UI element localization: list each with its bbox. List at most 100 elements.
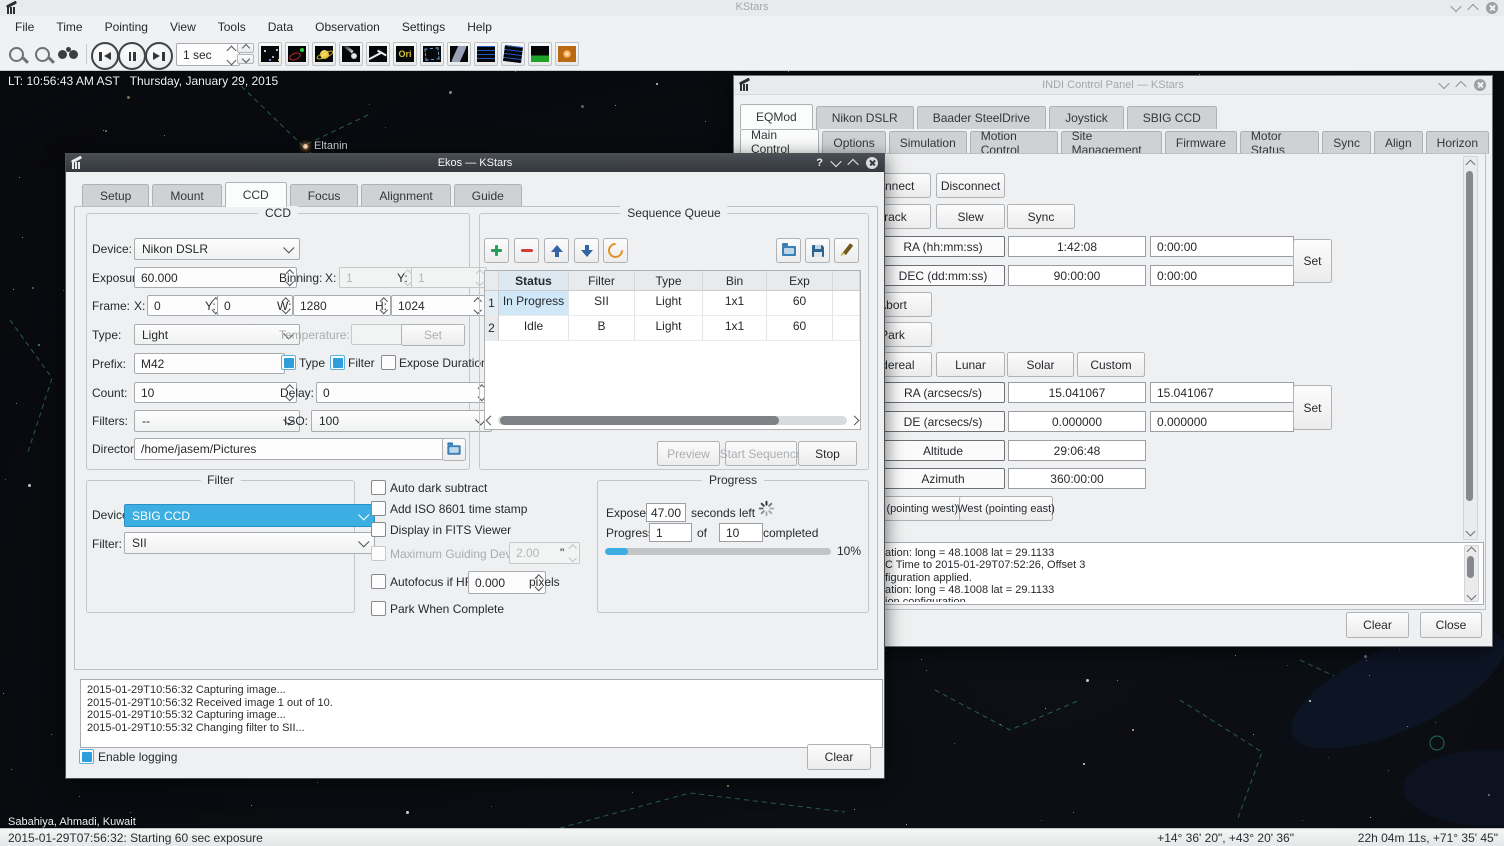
directory-input[interactable]: /home/jasem/Pictures	[134, 438, 448, 460]
job-exp-cell[interactable]: 60	[767, 291, 833, 316]
tab-horizon[interactable]: Horizon	[1426, 131, 1489, 154]
minimize-icon[interactable]	[1450, 1, 1461, 12]
step-up-icon[interactable]	[237, 43, 254, 53]
indi-log-scrollbar[interactable]	[1464, 545, 1479, 602]
disconnect-button[interactable]: Disconnect	[936, 173, 1005, 198]
park-when-complete-checkbox[interactable]	[371, 601, 386, 616]
close-icon[interactable]	[1474, 79, 1486, 91]
save-sequence-as-button[interactable]	[834, 238, 859, 263]
minimize-icon[interactable]	[1438, 78, 1449, 89]
tab-sync[interactable]: Sync	[1322, 131, 1371, 154]
menu-view[interactable]: View	[159, 20, 207, 34]
remove-job-button[interactable]	[514, 238, 539, 263]
fits-viewer-checkbox[interactable]	[371, 522, 386, 537]
tab-baader-steeldrive[interactable]: Baader SteelDrive	[917, 106, 1046, 129]
time-step-back-button[interactable]	[91, 42, 119, 70]
eltanin-star[interactable]	[303, 144, 308, 149]
toggle-planets-button[interactable]	[312, 42, 336, 66]
maximize-icon[interactable]	[847, 159, 858, 170]
stop-button[interactable]: Stop	[798, 441, 857, 466]
filter-select[interactable]: SII	[124, 532, 375, 554]
browse-directory-button[interactable]	[442, 438, 466, 461]
custom-rate-button[interactable]: Custom	[1077, 352, 1145, 377]
job-exp-cell[interactable]: 60	[767, 316, 833, 341]
tab-options[interactable]: Options	[822, 131, 885, 154]
ekos-titlebar[interactable]: Ekos — KStars ?	[66, 154, 884, 172]
menu-file[interactable]: File	[4, 20, 45, 34]
job-filter-cell[interactable]: B	[569, 316, 635, 341]
prefix-input[interactable]: M42	[134, 353, 285, 374]
slew-button[interactable]: Slew	[936, 204, 1005, 229]
job-type-cell[interactable]: Light	[635, 291, 703, 316]
maximize-icon[interactable]	[1455, 81, 1466, 92]
tab-setup[interactable]: Setup	[82, 184, 149, 207]
toggle-deep-sky-button[interactable]	[285, 42, 309, 66]
tab-joystick[interactable]: Joystick	[1049, 106, 1124, 129]
frame-type-select[interactable]: Light	[134, 324, 300, 345]
de-rate-input[interactable]: 0.000000	[1150, 411, 1294, 432]
reset-queue-button[interactable]	[603, 238, 628, 263]
time-step-forward-button[interactable]	[145, 42, 173, 70]
time-step-input[interactable]: 1 sec	[176, 43, 240, 66]
ekos-clear-button[interactable]: Clear	[807, 744, 871, 770]
minimize-icon[interactable]	[830, 156, 841, 167]
ra-input[interactable]: 0:00:00	[1150, 236, 1294, 257]
toggle-equatorial-grid-button[interactable]	[474, 42, 498, 66]
tab-mount[interactable]: Mount	[152, 184, 221, 207]
sync-button[interactable]: Sync	[1007, 204, 1075, 229]
tab-firmware[interactable]: Firmware	[1165, 131, 1237, 154]
add-job-button[interactable]	[484, 238, 509, 263]
toggle-constellation-names-button[interactable]: Ori	[393, 42, 417, 66]
toggle-stars-button[interactable]	[258, 42, 282, 66]
zoom-out-icon[interactable]	[35, 47, 50, 62]
pause-time-button[interactable]	[118, 42, 146, 70]
count-input[interactable]: 10	[134, 382, 297, 403]
frame-h-input[interactable]: 1024	[391, 295, 485, 316]
dec-input[interactable]: 0:00:00	[1150, 265, 1294, 286]
tab-main-control[interactable]: Main Control	[740, 129, 819, 154]
tab-motor-status[interactable]: Motor Status	[1240, 131, 1319, 154]
table-horizontal-scrollbar[interactable]	[487, 414, 858, 427]
solar-rate-button[interactable]: Solar	[1007, 352, 1074, 377]
enable-logging-checkbox[interactable]	[79, 749, 94, 764]
move-job-down-button[interactable]	[574, 238, 599, 263]
menu-observation[interactable]: Observation	[304, 20, 391, 34]
tab-nikon-dslr[interactable]: Nikon DSLR	[816, 106, 914, 129]
tab-site-management[interactable]: Site Management	[1061, 131, 1162, 154]
find-object-icon[interactable]	[58, 50, 80, 61]
table-row[interactable]: 1 In Progress SII Light 1x1 60	[485, 291, 860, 316]
tab-focus[interactable]: Focus	[290, 184, 359, 207]
menu-tools[interactable]: Tools	[207, 20, 257, 34]
open-sequence-button[interactable]	[776, 238, 801, 263]
toggle-ground-button[interactable]	[528, 42, 552, 66]
menu-help[interactable]: Help	[456, 20, 503, 34]
indi-clear-button[interactable]: Clear	[1346, 612, 1409, 638]
move-job-up-button[interactable]	[544, 238, 569, 263]
type-checkbox[interactable]	[281, 355, 296, 370]
maximize-icon[interactable]	[1467, 4, 1478, 15]
tab-align[interactable]: Align	[1374, 131, 1423, 154]
exposure-input[interactable]: 60.000	[134, 267, 297, 288]
filter-column-header[interactable]: Filter	[569, 271, 635, 290]
filter-checkbox[interactable]	[330, 355, 345, 370]
tab-alignment[interactable]: Alignment	[361, 184, 450, 207]
tab-eqmod[interactable]: EQMod	[740, 104, 813, 129]
menu-data[interactable]: Data	[257, 20, 304, 34]
sequence-queue-table[interactable]: Status Filter Type Bin Exp 1 In Progress…	[484, 270, 861, 430]
tab-guide[interactable]: Guide	[454, 184, 522, 207]
job-bin-cell[interactable]: 1x1	[703, 316, 767, 341]
table-row[interactable]: 2 Idle B Light 1x1 60	[485, 316, 860, 341]
exp-column-header[interactable]: Exp	[767, 271, 833, 290]
indi-vertical-scrollbar[interactable]	[1463, 156, 1478, 540]
toggle-constellation-lines-button[interactable]	[366, 42, 390, 66]
type-column-header[interactable]: Type	[635, 271, 703, 290]
close-icon[interactable]	[866, 157, 878, 169]
help-icon[interactable]: ?	[816, 157, 823, 169]
rate-set-button[interactable]: Set	[1293, 385, 1332, 430]
job-filter-cell[interactable]: SII	[569, 291, 635, 316]
autofocus-hfr-checkbox[interactable]	[371, 574, 386, 589]
pier-west-pointing-east-button[interactable]: West (pointing east)	[959, 496, 1053, 521]
tab-simulation[interactable]: Simulation	[889, 131, 967, 154]
filter-device-select[interactable]: SBIG CCD	[124, 504, 375, 527]
toggle-milky-way-button[interactable]	[447, 42, 471, 66]
